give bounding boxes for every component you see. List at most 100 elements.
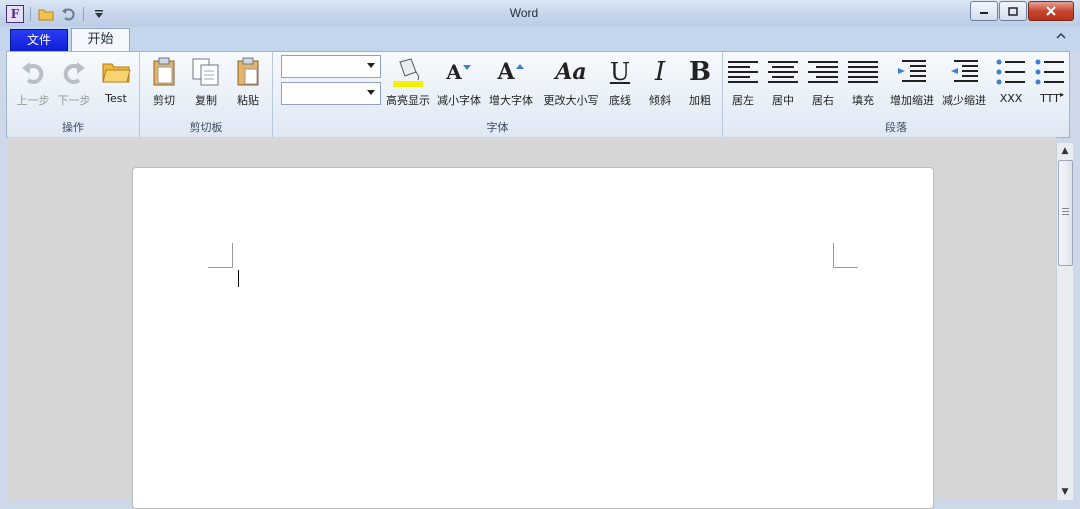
close-button[interactable]	[1028, 1, 1074, 21]
grip-line	[1062, 214, 1069, 215]
italic-glyph: I	[654, 57, 666, 87]
justify-icon	[843, 54, 883, 90]
italic-label: 倾斜	[649, 94, 671, 107]
align-center-label: 居中	[772, 94, 794, 107]
align-left-button[interactable]: 居左	[723, 54, 763, 108]
test-label: Test	[105, 92, 127, 105]
window-controls	[970, 1, 1074, 21]
title-bar: F Word	[0, 0, 1080, 28]
underline-icon: U	[603, 54, 637, 90]
increase-indent-button[interactable]: 增加缩进	[887, 54, 937, 108]
paste-label: 粘贴	[237, 94, 259, 107]
grow-font-button[interactable]: A 增大字体	[487, 54, 535, 108]
cut-button[interactable]: 剪切	[142, 54, 186, 108]
underline-glyph: U	[609, 58, 631, 86]
shrink-font-button[interactable]: A 减小字体	[435, 54, 483, 108]
paste-button[interactable]: 粘贴	[226, 54, 270, 108]
align-left-label: 居左	[732, 94, 754, 107]
align-right-button[interactable]: 居右	[803, 54, 843, 108]
window-title: Word	[509, 6, 539, 20]
test-button[interactable]: Test	[94, 54, 138, 105]
grip-line	[1062, 211, 1069, 212]
scroll-down-icon[interactable]: ▼	[1057, 484, 1073, 500]
redo-button[interactable]: 下一步	[52, 54, 96, 108]
ribbon-tab-row: 文件 开始	[0, 27, 1080, 52]
group-label-font: 字体	[486, 121, 509, 134]
group-label-clipboard: 剪切板	[189, 121, 223, 134]
increase-indent-icon	[887, 54, 937, 90]
bold-label: 加粗	[689, 94, 711, 107]
clipboard-icon	[142, 54, 186, 90]
tab-home[interactable]: 开始	[71, 28, 130, 52]
group-font: 高亮显示 A 减小字体 A 增大字体 Aa 更改大小写 U 底线 I 倾斜 B …	[273, 52, 723, 137]
grow-font-label: 增大字体	[489, 94, 533, 107]
scroll-up-icon[interactable]: ▲	[1057, 143, 1073, 159]
document-area	[8, 137, 1056, 509]
italic-icon: I	[643, 54, 677, 90]
justify-button[interactable]: 填充	[843, 54, 883, 108]
document-page[interactable]	[132, 167, 934, 509]
grow-font-glyph: A	[497, 59, 515, 85]
align-right-label: 居右	[812, 94, 834, 107]
bullet-list-icon	[1033, 54, 1067, 90]
shrink-font-icon: A	[435, 54, 483, 90]
justify-label: 填充	[852, 94, 874, 107]
minimize-button[interactable]	[970, 1, 998, 21]
highlight-label: 高亮显示	[386, 94, 430, 107]
highlight-bucket-icon	[383, 54, 433, 90]
align-right-icon	[803, 54, 843, 90]
cut-label: 剪切	[153, 94, 175, 107]
copy-icon	[184, 54, 228, 90]
underline-button[interactable]: U 底线	[603, 54, 637, 108]
shrink-font-label: 减小字体	[437, 94, 481, 107]
top-left-margin-marker	[208, 243, 233, 268]
increase-indent-label: 增加缩进	[890, 94, 934, 107]
redo-label: 下一步	[57, 94, 91, 107]
tab-file[interactable]: 文件	[10, 29, 68, 52]
group-operation: 上一步 下一步 Test 操作	[7, 52, 140, 137]
ribbon-scroll-right-icon[interactable]: ▸	[1060, 90, 1064, 99]
ribbon: 上一步 下一步 Test 操作 剪切 复制 粘贴 剪切板 高亮显示 A 减小字体…	[6, 51, 1070, 138]
bold-glyph: B	[689, 57, 711, 87]
align-center-icon	[763, 54, 803, 90]
shrink-font-glyph: A	[446, 60, 462, 84]
vertical-scrollbar[interactable]: ▲ ▼	[1056, 143, 1073, 500]
copy-label: 复制	[195, 94, 217, 107]
highlight-button[interactable]: 高亮显示	[383, 54, 433, 108]
group-paragraph: 居左 居中 居右 填充 增加缩进 减少缩进 XXX TTT 段落	[723, 52, 1069, 137]
redo-icon	[52, 54, 96, 90]
scrollbar-thumb[interactable]	[1058, 160, 1073, 266]
group-clipboard: 剪切 复制 粘贴 剪切板	[140, 52, 273, 137]
bullet-list-icon	[991, 54, 1031, 90]
undo-icon	[11, 54, 55, 90]
folder-icon	[94, 54, 138, 90]
chevron-down-icon	[367, 90, 375, 95]
underline-label: 底线	[609, 94, 631, 107]
grip-line	[1062, 208, 1069, 209]
group-label-operation: 操作	[62, 121, 84, 134]
align-left-icon	[723, 54, 763, 90]
group-label-paragraph: 段落	[885, 121, 907, 134]
decrease-indent-label: 减少缩进	[942, 94, 986, 107]
undo-label: 上一步	[16, 94, 50, 107]
change-case-glyph: Aa	[555, 59, 587, 85]
bullets-xxx-button[interactable]: XXX	[991, 54, 1031, 105]
copy-button[interactable]: 复制	[184, 54, 228, 108]
grow-font-icon: A	[487, 54, 535, 90]
top-right-margin-marker	[833, 243, 858, 268]
decrease-indent-icon	[939, 54, 989, 90]
decrease-indent-button[interactable]: 减少缩进	[939, 54, 989, 108]
font-name-combo[interactable]	[281, 55, 381, 78]
font-size-combo[interactable]	[281, 82, 381, 105]
maximize-button[interactable]	[999, 1, 1027, 21]
italic-button[interactable]: I 倾斜	[643, 54, 677, 108]
change-case-label: 更改大小写	[543, 94, 599, 107]
bold-button[interactable]: B 加粗	[683, 54, 717, 108]
undo-button[interactable]: 上一步	[11, 54, 55, 108]
align-center-button[interactable]: 居中	[763, 54, 803, 108]
bold-icon: B	[683, 54, 717, 90]
paste-icon	[226, 54, 270, 90]
change-case-button[interactable]: Aa 更改大小写	[543, 54, 599, 108]
text-caret	[238, 270, 239, 287]
ribbon-collapse-icon[interactable]	[1056, 32, 1066, 43]
